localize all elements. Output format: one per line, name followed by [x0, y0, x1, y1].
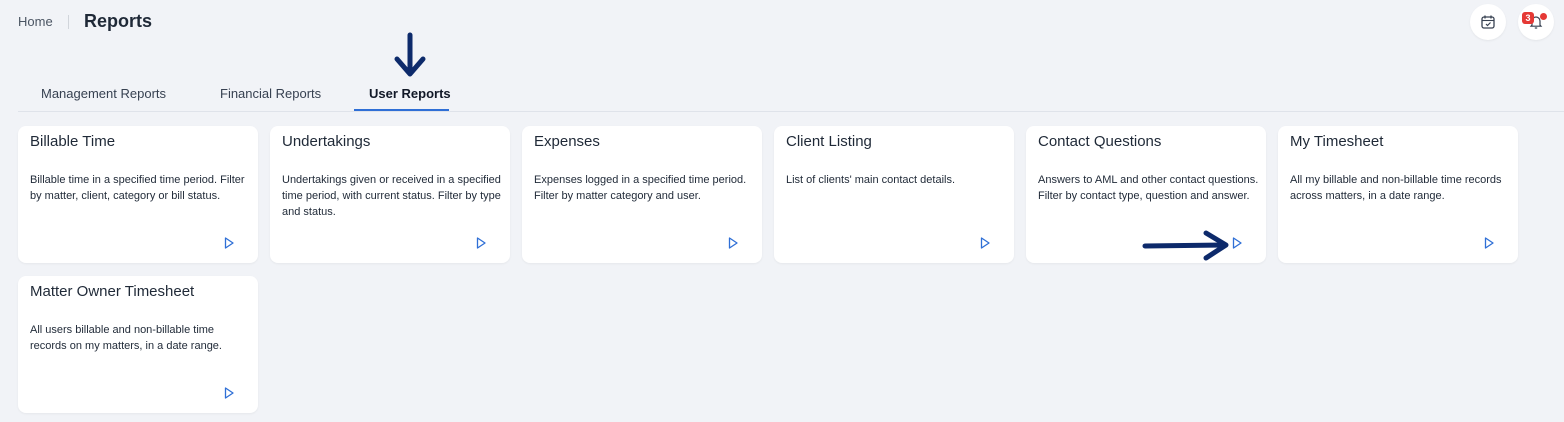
report-card-my-timesheet[interactable]: My Timesheet All my billable and non-bil…	[1278, 126, 1518, 263]
play-icon[interactable]	[222, 236, 236, 250]
play-icon[interactable]	[726, 236, 740, 250]
annotation-arrow-right-icon	[1142, 230, 1229, 261]
breadcrumb-separator	[68, 15, 69, 29]
play-icon[interactable]	[222, 386, 236, 400]
report-card-billable-time[interactable]: Billable Time Billable time in a specifi…	[18, 126, 258, 263]
report-tabs: Management Reports Financial Reports Use…	[18, 80, 1564, 112]
card-description: Expenses logged in a specified time peri…	[534, 174, 747, 202]
report-card-expenses[interactable]: Expenses Expenses logged in a specified …	[522, 126, 762, 263]
card-title: Client Listing	[786, 133, 872, 150]
report-card-matter-owner-timesheet[interactable]: Matter Owner Timesheet All users billabl…	[18, 276, 258, 413]
notification-count-badge: 3	[1522, 12, 1534, 24]
card-description: List of clients' main contact details.	[786, 174, 956, 186]
card-title: Matter Owner Timesheet	[30, 283, 195, 300]
card-description: Answers to AML and other contact questio…	[1038, 174, 1259, 202]
report-card-client-listing[interactable]: Client Listing List of clients' main con…	[774, 126, 1014, 263]
card-title: Contact Questions	[1038, 133, 1162, 150]
card-title: My Timesheet	[1290, 133, 1384, 150]
card-description: Undertakings given or received in a spec…	[282, 174, 501, 218]
play-icon[interactable]	[1230, 236, 1244, 250]
tab-user-reports[interactable]: User Reports	[369, 86, 451, 110]
page-title: Reports	[84, 11, 153, 31]
top-bar: Home Reports 3	[0, 0, 1564, 44]
card-description: Billable time in a specified time period…	[30, 174, 245, 202]
tab-management-reports[interactable]: Management Reports	[41, 86, 166, 110]
tab-financial-reports[interactable]: Financial Reports	[220, 86, 321, 110]
card-title: Expenses	[534, 133, 600, 150]
notifications-button[interactable]: 3	[1518, 4, 1554, 40]
breadcrumb-home[interactable]: Home	[18, 14, 53, 29]
card-title: Billable Time	[30, 133, 116, 150]
play-icon[interactable]	[1482, 236, 1496, 250]
notification-dot	[1540, 13, 1547, 20]
calendar-button[interactable]	[1470, 4, 1506, 40]
play-icon[interactable]	[474, 236, 488, 250]
card-title: Undertakings	[282, 133, 371, 150]
play-icon[interactable]	[978, 236, 992, 250]
active-tab-indicator	[354, 109, 449, 111]
card-description: All my billable and non-billable time re…	[1290, 174, 1502, 202]
annotation-arrow-down-icon	[394, 32, 426, 77]
report-card-undertakings[interactable]: Undertakings Undertakings given or recei…	[270, 126, 510, 263]
calendar-check-icon	[1481, 15, 1495, 29]
card-description: All users billable and non-billable time…	[30, 324, 222, 352]
